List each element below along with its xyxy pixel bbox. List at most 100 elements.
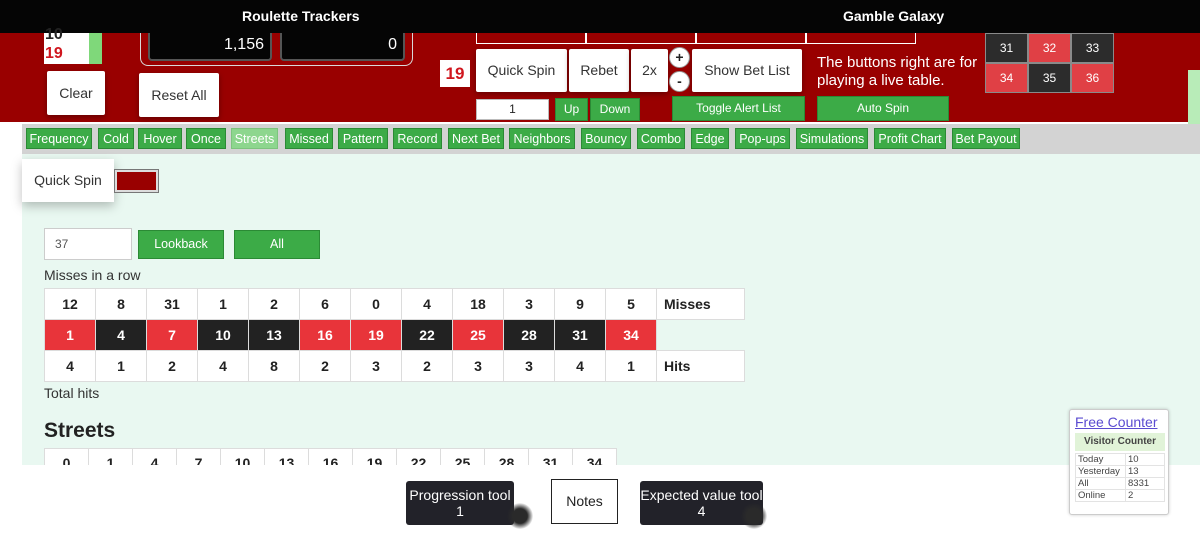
number-cell[interactable]: 31 (985, 33, 1028, 63)
visitor-counter-widget: Free Counter Visitor Counter Today 10 Yest… (1069, 409, 1169, 515)
progression-tool-button[interactable]: Progression tool 1 (406, 481, 514, 525)
streets-header-cell: 4 (132, 448, 177, 465)
tab-hover[interactable]: Hover (138, 128, 182, 149)
street-number-cell: 1 (44, 319, 96, 351)
site-title-gamble-galaxy[interactable]: Gamble Galaxy (843, 8, 944, 24)
miss-count-cell: 8 (95, 288, 147, 320)
tab-record[interactable]: Record (393, 128, 442, 149)
miss-count-cell: 0 (350, 288, 402, 320)
hits-row-label: Hits (656, 350, 745, 382)
hit-count-cell: 3 (452, 350, 504, 382)
tab-bet-payout[interactable]: Bet Payout (952, 128, 1020, 149)
counter-value: 10 (1125, 453, 1165, 466)
number-cell[interactable]: 36 (1071, 63, 1114, 93)
misses-row-label: Misses (656, 288, 745, 320)
streets-header-cell: 31 (528, 448, 573, 465)
tab-edge[interactable]: Edge (691, 128, 729, 149)
rebet-button[interactable]: Rebet (569, 49, 629, 92)
all-button[interactable]: All (234, 230, 320, 259)
streets-table-clip: 0 1 4 7 10 13 16 19 22 25 28 31 34 (44, 448, 628, 465)
tab-once[interactable]: Once (186, 128, 226, 149)
double-bet-button[interactable]: 2x (631, 49, 668, 92)
number-cell[interactable]: 32 (1028, 33, 1071, 63)
bet-amount-display: 0 (280, 33, 405, 61)
streets-header-cell: 0 (44, 448, 89, 465)
auto-spin-button[interactable]: Auto Spin (817, 96, 949, 121)
tab-neighbors[interactable]: Neighbors (509, 128, 575, 149)
tab-missed[interactable]: Missed (285, 128, 333, 149)
chip-slot (586, 33, 696, 44)
minus-button[interactable]: - (669, 71, 690, 92)
color-swatch[interactable] (114, 169, 159, 193)
number-cell[interactable]: 35 (1028, 63, 1071, 93)
misses-table: 12 8 31 1 2 6 0 4 18 3 9 5 Misses 1 4 7 10 13 16 19 22 25 28 3… (44, 288, 745, 382)
last-number: 19 (440, 60, 470, 87)
plus-button[interactable]: + (669, 47, 690, 68)
tab-streets[interactable]: Streets (231, 128, 278, 149)
notes-button[interactable]: Notes (551, 479, 618, 524)
drag-handle-icon[interactable] (507, 503, 533, 529)
tab-bouncy[interactable]: Bouncy (581, 128, 631, 149)
tab-frequency[interactable]: Frequency (26, 128, 92, 149)
misses-in-row-label: Misses in a row (44, 267, 141, 283)
tab-profit-chart[interactable]: Profit Chart (874, 128, 946, 149)
tab-cold[interactable]: Cold (98, 128, 134, 149)
hit-count-cell: 2 (401, 350, 453, 382)
counter-row: Online 2 (1075, 489, 1165, 502)
streets-header-cell: 22 (396, 448, 441, 465)
site-title-roulette-trackers[interactable]: Roulette Trackers (242, 8, 360, 24)
miss-count-cell: 12 (44, 288, 96, 320)
street-number-cell: 28 (503, 319, 555, 351)
toggle-alert-list-button[interactable]: Toggle Alert List (672, 96, 805, 121)
street-number-cell: 4 (95, 319, 147, 351)
page: Roulette Trackers Gamble Galaxy 10 19 Cl… (0, 0, 1200, 533)
counter-row: Yesterday 13 (1075, 465, 1165, 478)
quick-spin-card[interactable]: Quick Spin (22, 159, 114, 202)
tab-pattern[interactable]: Pattern (338, 128, 388, 149)
street-number-cell: 16 (299, 319, 351, 351)
tab-combo[interactable]: Combo (637, 128, 685, 149)
counter-value: 13 (1125, 465, 1165, 478)
live-table-note: The buttons right are for playing a live… (817, 54, 978, 89)
hit-count-cell: 8 (248, 350, 300, 382)
streets-title: Streets (44, 419, 116, 442)
counter-label: All (1075, 477, 1126, 490)
streets-table: 0 1 4 7 10 13 16 19 22 25 28 31 34 (44, 448, 617, 465)
street-number-cell: 10 (197, 319, 249, 351)
clear-button[interactable]: Clear (47, 71, 105, 115)
streets-header-cell: 7 (176, 448, 221, 465)
hit-count-cell: 4 (554, 350, 606, 382)
up-button[interactable]: Up (555, 98, 588, 121)
free-counter-link[interactable]: Free Counter (1075, 414, 1157, 430)
miss-count-cell: 3 (503, 288, 555, 320)
miss-count-cell: 18 (452, 288, 504, 320)
tab-next-bet[interactable]: Next Bet (448, 128, 504, 149)
down-button[interactable]: Down (590, 98, 640, 121)
number-cell[interactable]: 34 (985, 63, 1028, 93)
reset-all-button[interactable]: Reset All (139, 73, 219, 117)
tab-pop-ups[interactable]: Pop-ups (735, 128, 790, 149)
streets-header-cell: 16 (308, 448, 353, 465)
counter-value: 2 (1125, 489, 1165, 502)
streets-header-cell: 19 (352, 448, 397, 465)
empty-cell (657, 320, 745, 351)
visitor-counter-heading: Visitor Counter (1075, 433, 1165, 451)
balance-display: 1,156 (148, 33, 272, 61)
quick-spin-button[interactable]: Quick Spin (476, 49, 567, 92)
miss-count-cell: 9 (554, 288, 606, 320)
streets-header-cell: 25 (440, 448, 485, 465)
tab-simulations[interactable]: Simulations (796, 128, 868, 149)
counter-label: Yesterday (1075, 465, 1126, 478)
total-hits-label: Total hits (44, 385, 100, 401)
drag-handle-icon[interactable] (741, 503, 767, 529)
show-bet-list-button[interactable]: Show Bet List (692, 49, 802, 92)
counter-label: Online (1075, 489, 1126, 502)
spin-count-input[interactable]: 1 (476, 99, 549, 120)
lookback-input[interactable]: 37 (44, 228, 132, 260)
counter-label: Today (1075, 453, 1126, 466)
number-cell[interactable]: 33 (1071, 33, 1114, 63)
lookback-button[interactable]: Lookback (138, 230, 224, 259)
counter-value: 8331 (1125, 477, 1165, 490)
street-number-cell: 31 (554, 319, 606, 351)
visitor-counter-table: Today 10 Yesterday 13 All 8331 Online 2 (1075, 453, 1165, 502)
